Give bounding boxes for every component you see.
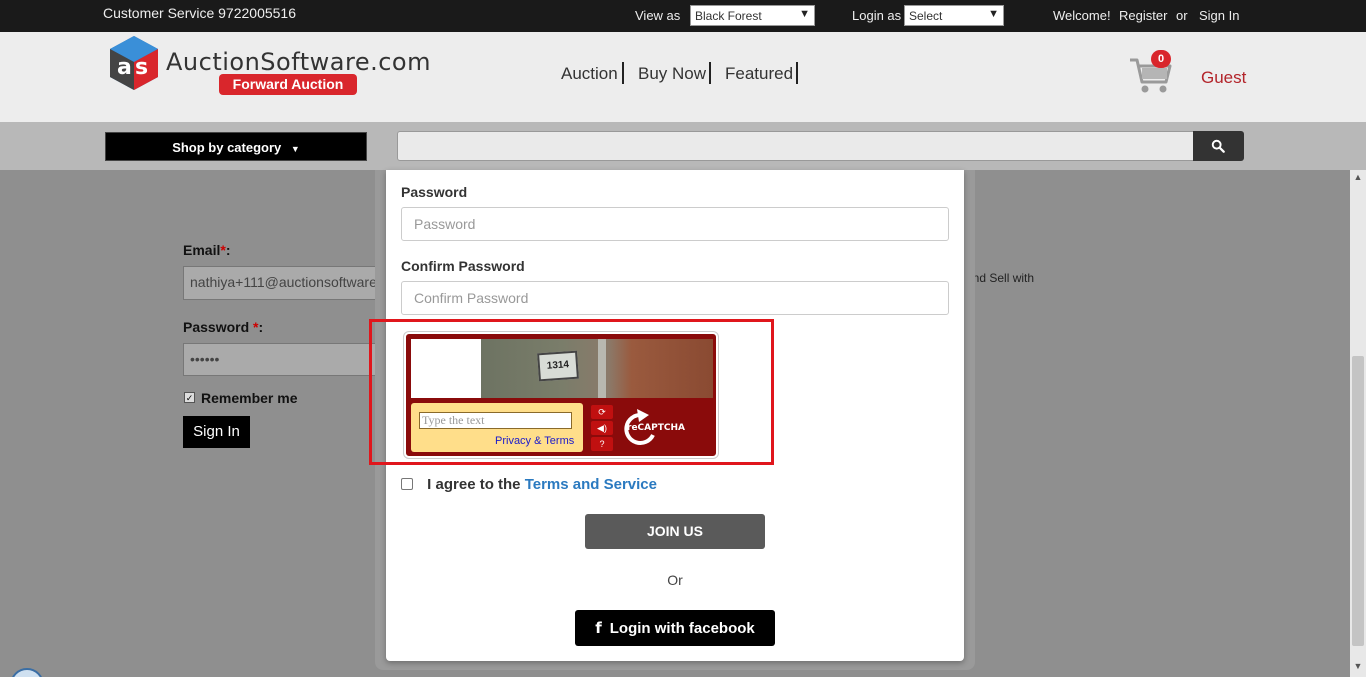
nav-auction[interactable]: Auction	[561, 64, 618, 84]
facebook-icon: f	[595, 619, 602, 637]
register-link[interactable]: Register	[1119, 8, 1167, 23]
logo-cube-icon[interactable]: a s	[108, 34, 160, 92]
captcha-help-icon[interactable]: ?	[591, 437, 613, 451]
view-as-label: View as	[635, 8, 681, 23]
login-as-select[interactable]: Select ▼	[904, 5, 1004, 26]
scroll-thumb[interactable]	[1352, 356, 1364, 646]
view-as-value: Black Forest	[695, 9, 762, 23]
nav-buy-now[interactable]: Buy Now	[638, 64, 706, 84]
scroll-up-arrow-icon[interactable]: ▲	[1350, 172, 1366, 186]
header: a s AuctionSoftware.com Forward Auction …	[0, 32, 1366, 122]
customer-service-text: Customer Service 9722005516	[103, 5, 297, 21]
captcha-input-area: Type the text Privacy & Terms	[411, 403, 583, 452]
captcha-plate: 1314	[537, 350, 579, 382]
search-icon	[1211, 139, 1225, 153]
page-scrollbar[interactable]: ▲ ▼	[1350, 170, 1366, 677]
bg-password-label: Password *:	[183, 319, 264, 335]
dropdown-arrow-icon: ▼	[799, 8, 810, 20]
search-button[interactable]	[1193, 131, 1244, 161]
logo-text[interactable]: AuctionSoftware.com	[166, 48, 431, 76]
view-as-select[interactable]: Black Forest ▼	[690, 5, 815, 26]
caret-down-icon: ▼	[290, 144, 300, 154]
or-divider-text: Or	[667, 572, 683, 588]
login-as-label: Login as	[852, 8, 902, 23]
top-bar: Customer Service 9722005516 View as Blac…	[0, 0, 1366, 32]
dropdown-arrow-icon: ▼	[988, 8, 999, 20]
terms-link[interactable]: Terms and Service	[525, 476, 657, 493]
bg-sign-in-button: Sign In	[183, 416, 250, 448]
category-bar: Shop by category ▼	[0, 122, 1366, 170]
recaptcha-logo: reCAPTCHA	[619, 409, 699, 449]
search-input[interactable]	[397, 131, 1194, 161]
nav-separator	[709, 62, 711, 84]
captcha-image: 1314	[411, 339, 713, 398]
recaptcha-widget: 1314 Type the text Privacy & Terms ⟳ ◀) …	[404, 332, 718, 458]
captcha-audio-icon[interactable]: ◀)	[591, 421, 613, 435]
svg-text:a: a	[117, 55, 132, 80]
join-us-button[interactable]: JOIN US	[585, 514, 765, 549]
shop-by-category-label: Shop by category	[172, 140, 282, 155]
svg-text:s: s	[135, 55, 148, 80]
password-input[interactable]: Password	[401, 207, 949, 241]
recaptcha-brand: reCAPTCHA	[627, 423, 685, 433]
sign-in-link[interactable]: Sign In	[1199, 8, 1239, 23]
bg-email-input: nathiya+111@auctionsoftware	[183, 266, 393, 300]
scroll-down-arrow-icon[interactable]: ▼	[1350, 661, 1366, 675]
captcha-refresh-icon[interactable]: ⟳	[591, 405, 613, 419]
register-modal: Password Password Confirm Password Confi…	[369, 170, 964, 661]
bg-remember-label: Remember me	[201, 390, 298, 406]
bg-password-input: ••••••	[183, 343, 393, 376]
terms-agreement: I agree to the Terms and Service	[401, 476, 657, 493]
login-as-value: Select	[909, 9, 943, 23]
or-text: or	[1176, 8, 1188, 23]
logo-subtitle: Forward Auction	[219, 74, 357, 95]
confirm-password-input[interactable]: Confirm Password	[401, 281, 949, 315]
facebook-button-label: Login with facebook	[609, 620, 755, 637]
nav-featured[interactable]: Featured	[725, 64, 793, 84]
bg-side-text: and Sell with	[966, 271, 1035, 285]
bg-email-label: Email*:	[183, 242, 231, 258]
agree-text: I agree to the	[427, 476, 521, 493]
agree-checkbox[interactable]	[401, 478, 413, 490]
confirm-password-label: Confirm Password	[401, 258, 525, 274]
password-label: Password	[401, 184, 468, 200]
nav-separator	[622, 62, 624, 84]
bg-remember-checkbox: ✓	[184, 392, 195, 403]
cart-count-badge: 0	[1151, 50, 1171, 68]
captcha-privacy-terms-link[interactable]: Privacy & Terms	[495, 435, 574, 447]
nav-separator	[796, 62, 798, 84]
login-facebook-button[interactable]: f Login with facebook	[575, 610, 775, 646]
shop-by-category-button[interactable]: Shop by category ▼	[105, 132, 367, 161]
user-name[interactable]: Guest	[1201, 68, 1246, 88]
captcha-text-input[interactable]: Type the text	[419, 412, 572, 429]
welcome-text: Welcome!	[1053, 8, 1111, 23]
